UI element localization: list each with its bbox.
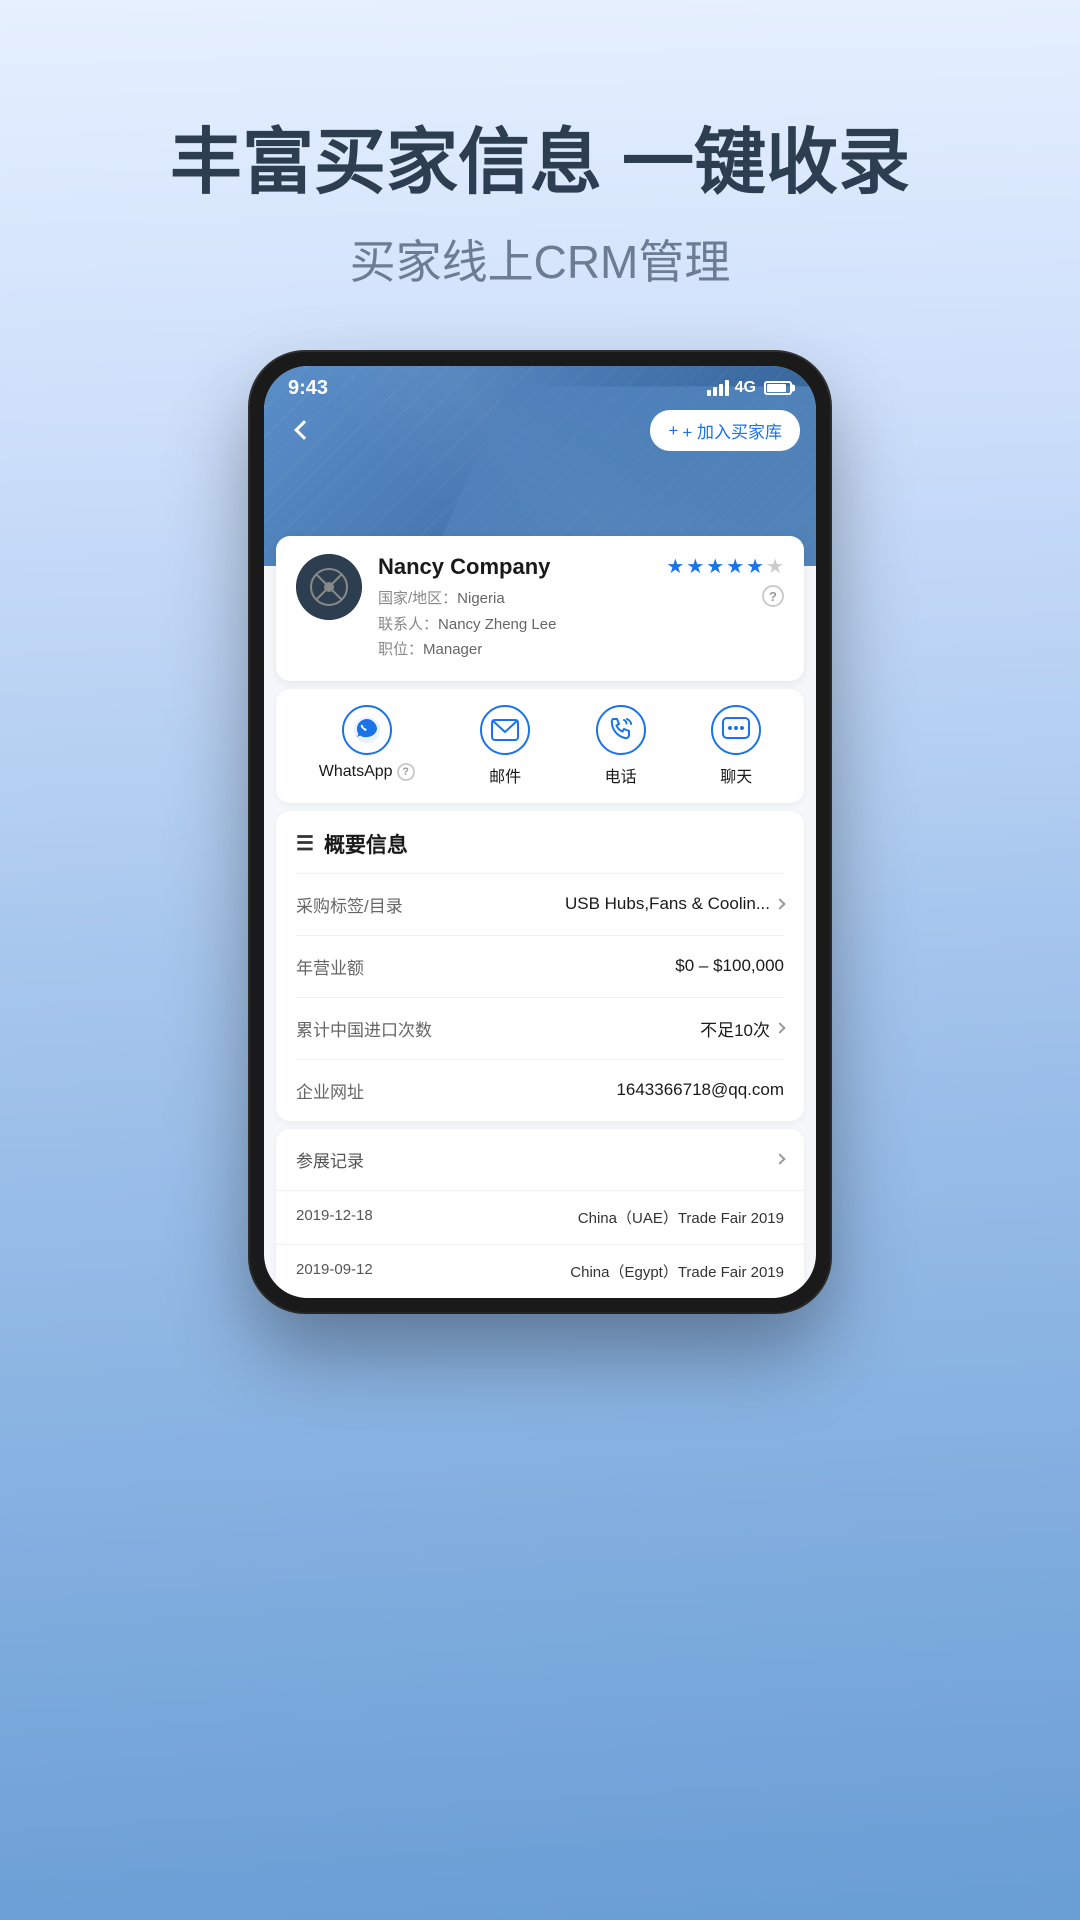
info-row-website: 企业网址 1643366718@qq.com — [296, 1060, 784, 1121]
info-row-imports[interactable]: 累计中国进口次数 不足10次 — [296, 998, 784, 1060]
whatsapp-help-icon[interactable]: ? — [397, 763, 415, 781]
phone-screen: 9:43 4G — [264, 366, 816, 1298]
stars-area: ★ ★ ★ ★ ★ ★ ? — [666, 554, 784, 607]
status-time: 9:43 — [288, 377, 328, 400]
phone-mockup: 9:43 4G — [250, 352, 830, 1312]
phone-label: 电话 — [605, 763, 637, 787]
trade-section: 参展记录 2019-12-18 China（UAE）Trade Fair 201… — [276, 1129, 804, 1298]
star-3: ★ — [706, 554, 724, 579]
info-value-imports: 不足10次 — [700, 1016, 784, 1041]
add-buyer-button[interactable]: + + 加入买家库 — [650, 410, 800, 451]
info-value-website: 1643366718@qq.com — [616, 1080, 784, 1100]
back-chevron-icon — [294, 420, 314, 440]
trade-date-1: 2019-12-18 — [296, 1207, 373, 1228]
info-section: ☰ 概要信息 采购标签/目录 USB Hubs,Fans & Coolin...… — [276, 811, 804, 1121]
action-email[interactable]: 邮件 — [480, 705, 530, 787]
star-empty: ★ — [766, 554, 784, 579]
add-buyer-plus-icon: + — [668, 421, 678, 441]
company-name: Nancy Company — [378, 554, 650, 580]
phone-icon-circle — [596, 705, 646, 755]
action-whatsapp[interactable]: WhatsApp ? — [319, 705, 415, 787]
chat-icon — [722, 717, 750, 743]
action-phone[interactable]: 电话 — [596, 705, 646, 787]
trade-name-2: China（Egypt）Trade Fair 2019 — [570, 1261, 784, 1282]
battery-icon — [764, 381, 792, 395]
info-value-revenue: $0 – $100,000 — [675, 956, 784, 976]
email-icon — [491, 719, 519, 741]
info-row-tags[interactable]: 采购标签/目录 USB Hubs,Fans & Coolin... — [296, 874, 784, 936]
trade-header-row[interactable]: 参展记录 — [276, 1129, 804, 1191]
phone-icon — [608, 717, 634, 743]
trade-header-label: 参展记录 — [296, 1147, 364, 1172]
chevron-right-imports-icon — [774, 1023, 785, 1034]
info-label-website: 企业网址 — [296, 1078, 364, 1103]
signal-icon — [707, 380, 729, 396]
trade-date-2: 2019-09-12 — [296, 1261, 373, 1282]
star-2: ★ — [686, 554, 704, 579]
rating-stars: ★ ★ ★ ★ ★ ★ — [666, 554, 784, 579]
trade-name-1: China（UAE）Trade Fair 2019 — [578, 1207, 784, 1228]
info-section-icon: ☰ — [296, 831, 314, 856]
info-label-imports: 累计中国进口次数 — [296, 1016, 432, 1041]
trade-chevron-icon — [774, 1154, 785, 1165]
whatsapp-icon — [353, 716, 381, 744]
email-label: 邮件 — [489, 763, 521, 787]
company-card: Nancy Company 国家/地区：Nigeria 联系人：Nancy Zh… — [276, 536, 804, 681]
add-buyer-label: + 加入买家库 — [682, 418, 782, 443]
whatsapp-label: WhatsApp — [319, 763, 393, 781]
chat-label: 聊天 — [720, 763, 752, 787]
trade-row-1: 2019-12-18 China（UAE）Trade Fair 2019 — [276, 1191, 804, 1245]
company-contact: 联系人：Nancy Zheng Lee — [378, 612, 650, 638]
company-avatar — [296, 554, 362, 620]
star-5: ★ — [746, 554, 764, 579]
action-chat[interactable]: 聊天 — [711, 705, 761, 787]
info-section-title: 概要信息 — [324, 829, 408, 859]
info-section-header: ☰ 概要信息 — [296, 811, 784, 874]
whatsapp-icon-circle — [342, 705, 392, 755]
info-value-tags: USB Hubs,Fans & Coolin... — [565, 894, 784, 914]
company-position: 职位：Manager — [378, 637, 650, 663]
info-label-revenue: 年营业额 — [296, 954, 364, 979]
status-bar: 9:43 4G — [264, 366, 816, 410]
page-subtitle: 买家线上CRM管理 — [350, 226, 731, 292]
star-1: ★ — [666, 554, 684, 579]
trade-row-2: 2019-09-12 China（Egypt）Trade Fair 2019 — [276, 1245, 804, 1298]
company-country: 国家/地区：Nigeria — [378, 586, 650, 612]
content-wrapper: 丰富买家信息 一键收录 买家线上CRM管理 9:43 4G — [0, 0, 1080, 1312]
chevron-right-icon — [774, 899, 785, 910]
star-4: ★ — [726, 554, 744, 579]
rating-help-icon[interactable]: ? — [762, 585, 784, 607]
status-icons: 4G — [707, 379, 792, 397]
chat-icon-circle — [711, 705, 761, 755]
action-bar: WhatsApp ? 邮件 — [276, 689, 804, 803]
company-info: Nancy Company 国家/地区：Nigeria 联系人：Nancy Zh… — [378, 554, 650, 663]
back-button[interactable] — [284, 410, 324, 450]
info-row-revenue: 年营业额 $0 – $100,000 — [296, 936, 784, 998]
page-headline: 丰富买家信息 一键收录 — [110, 120, 970, 206]
info-label-tags: 采购标签/目录 — [296, 892, 403, 917]
email-icon-circle — [480, 705, 530, 755]
network-type: 4G — [735, 379, 756, 397]
avatar-icon — [296, 554, 362, 620]
whatsapp-label-wrap: WhatsApp ? — [319, 763, 415, 781]
